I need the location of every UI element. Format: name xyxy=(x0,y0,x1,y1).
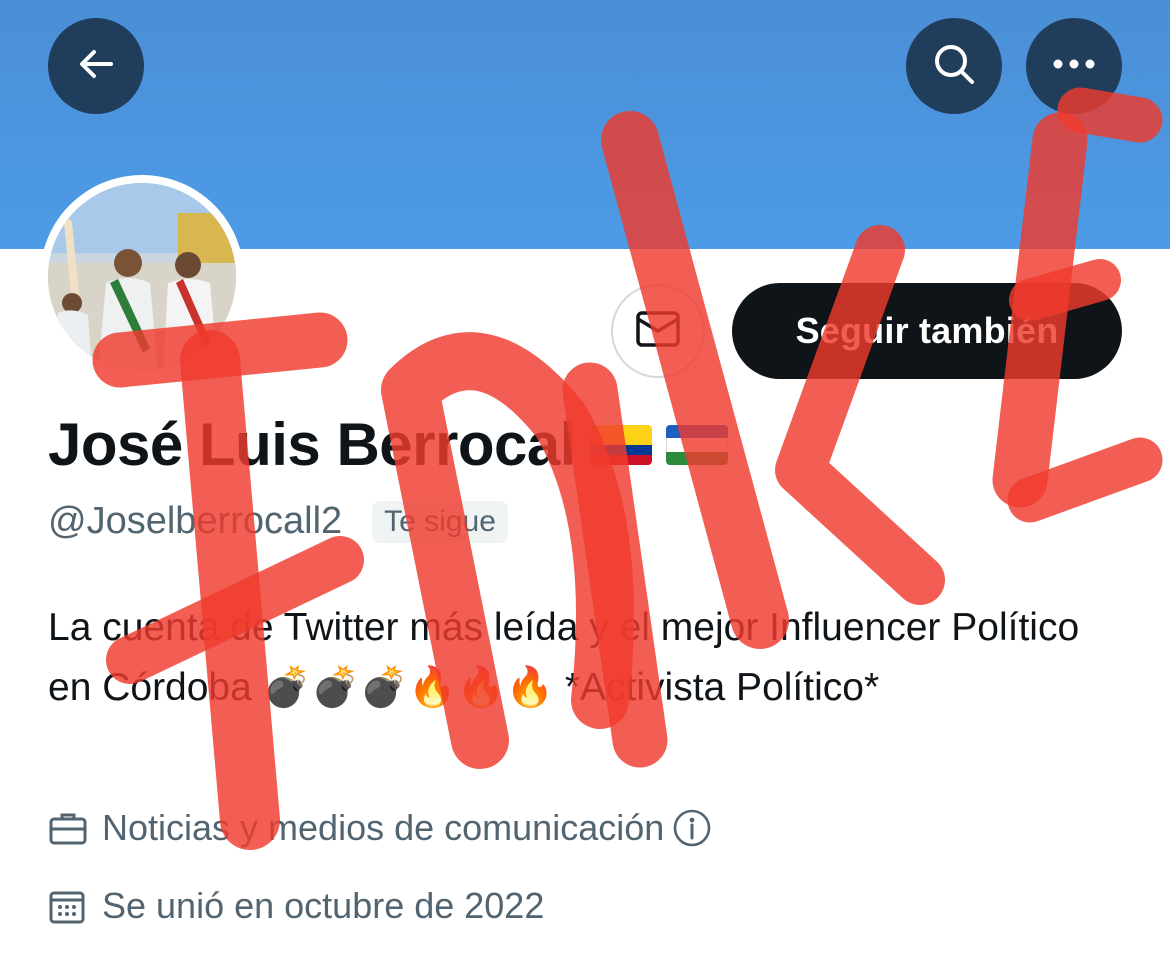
colombia-flag-icon xyxy=(589,424,652,465)
category-label: Noticias y medios de comunicación xyxy=(102,807,665,848)
follows-you-badge: Te sigue xyxy=(372,500,508,543)
more-horizontal-icon xyxy=(1052,57,1096,75)
calendar-icon xyxy=(48,884,92,928)
profile-name: José Luis Berrocal xyxy=(48,411,576,478)
joined-label: Se unió en octubre de 2022 xyxy=(102,885,545,926)
profile-joined-date: Se unió en octubre de 2022 xyxy=(48,884,544,928)
message-button[interactable] xyxy=(611,284,705,378)
profile-bio: La cuenta de Twitter más leída y el mejo… xyxy=(48,606,1080,709)
profile-name-row: José Luis Berrocal xyxy=(48,410,728,479)
handle-row: @Joselberrocall2 Te sigue xyxy=(48,500,508,543)
avatar-photo xyxy=(48,183,236,371)
search-icon xyxy=(931,41,977,92)
back-button[interactable] xyxy=(48,18,144,114)
follow-back-button[interactable]: Seguir también xyxy=(732,283,1122,379)
profile-category: Noticias y medios de comunicación xyxy=(48,806,712,850)
profile-handle: @Joselberrocall2 xyxy=(48,500,343,542)
briefcase-icon xyxy=(48,806,92,850)
arrow-left-icon xyxy=(75,43,117,90)
info-circle-icon[interactable] xyxy=(672,808,712,848)
profile-avatar[interactable] xyxy=(40,175,244,379)
more-options-button[interactable] xyxy=(1026,18,1122,114)
search-button[interactable] xyxy=(906,18,1002,114)
envelope-icon xyxy=(635,309,681,354)
cordoba-flag-icon xyxy=(665,424,728,465)
